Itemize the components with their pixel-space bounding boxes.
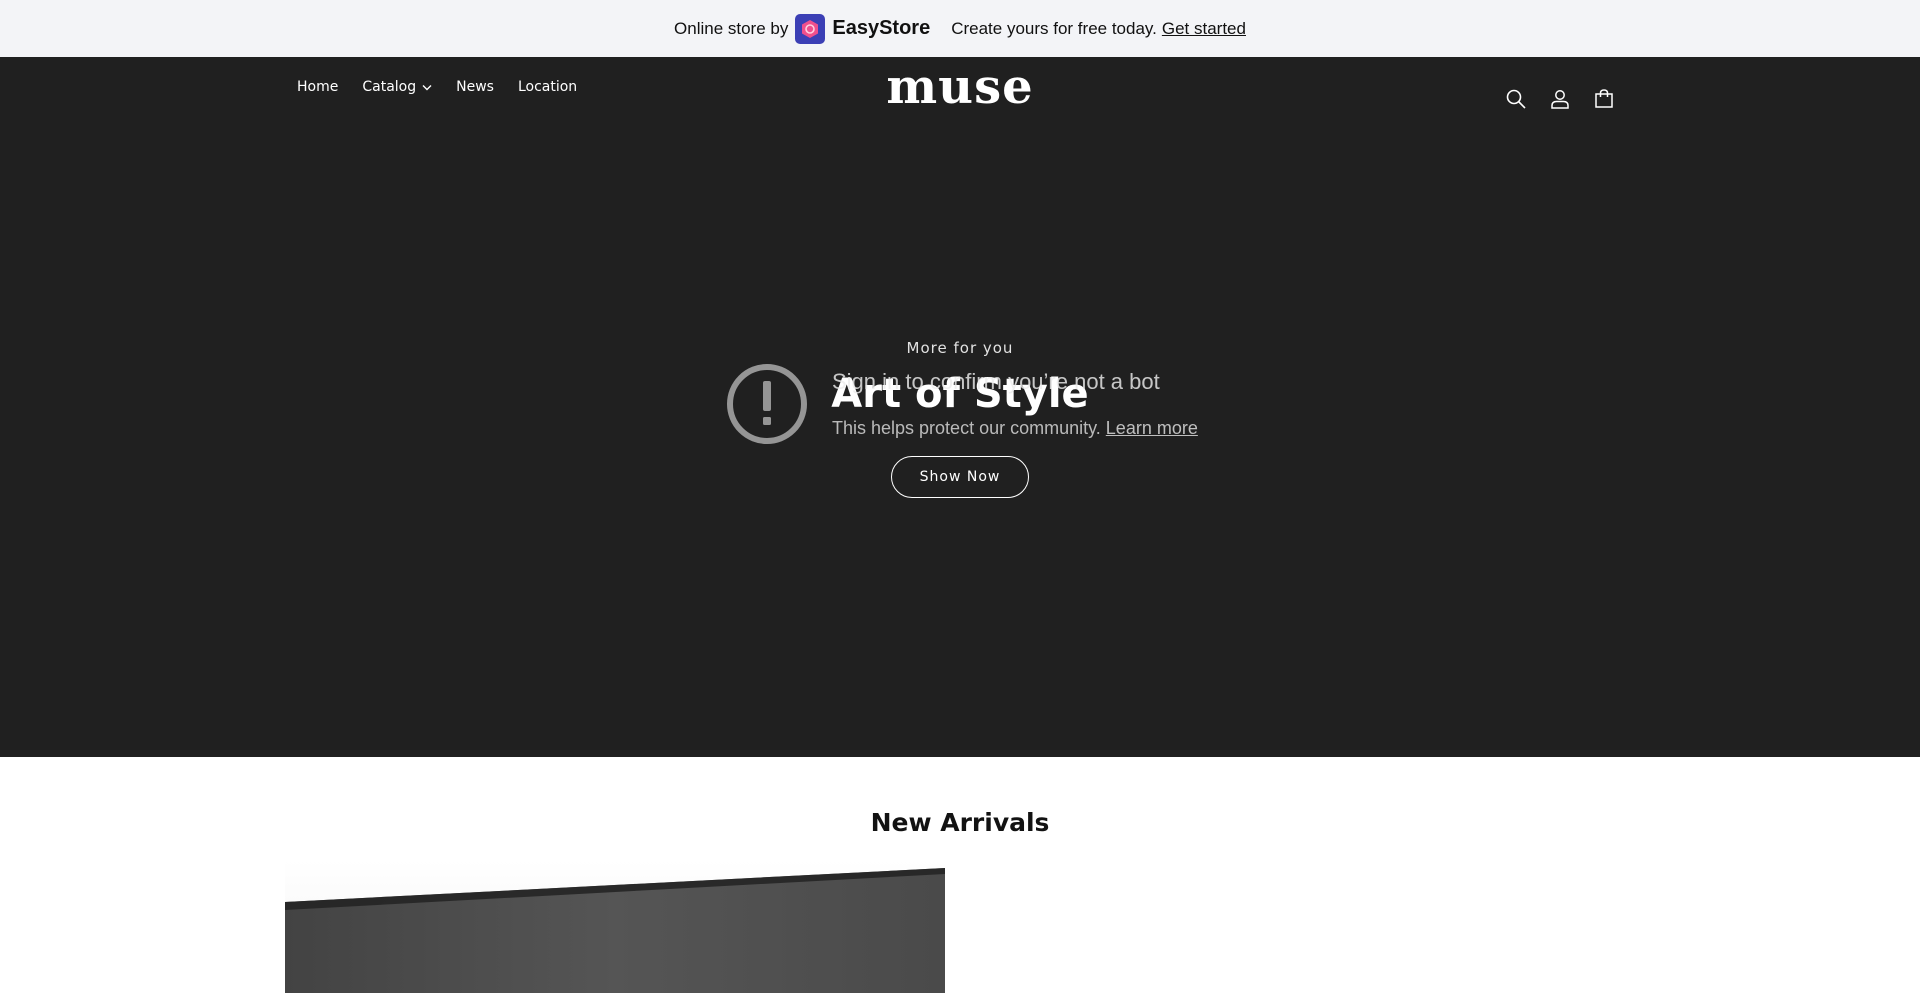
account-icon[interactable] [1538,77,1582,121]
easystore-logo-icon [795,13,826,44]
get-started-link[interactable]: Get started [1162,19,1246,39]
easystore-brand-name: EasyStore [832,17,931,39]
nav-home-label: Home [297,79,339,95]
alert-icon [727,364,807,444]
cart-icon[interactable] [1582,77,1626,121]
main-nav: Home Catalog News Location [285,79,589,95]
nav-catalog[interactable]: Catalog [350,79,444,95]
nav-catalog-label: Catalog [362,79,417,95]
nav-news-label: News [456,79,494,95]
chevron-down-icon [422,84,432,91]
hero-banner: More for you Art of Style Show Now Sign … [0,135,1920,757]
promo-cta-text: Create yours for free today. [951,18,1157,38]
promo-prefix: Online store by [674,18,789,38]
new-arrivals-heading: New Arrivals [870,808,1050,837]
show-now-button[interactable]: Show Now [891,456,1029,498]
learn-more-link[interactable]: Learn more [1106,418,1198,438]
product-card[interactable] [285,860,945,993]
nav-location[interactable]: Location [506,79,589,95]
hero-eyebrow: More for you [906,339,1014,357]
nav-location-label: Location [517,79,578,95]
header-icons [1494,77,1626,121]
site-logo[interactable]: muse [886,59,1033,115]
product-image [285,860,945,993]
nav-home[interactable]: Home [285,79,350,95]
promo-bar: Online store by EasyStore Create yours f… [0,0,1920,57]
show-now-button-label: Show Now [919,469,1001,485]
bot-check-overlay: Sign in to confirm you’re not a bot This… [726,363,1246,453]
bot-check-description-text: This helps protect our community. [832,418,1101,438]
bot-check-description: This helps protect our community. Learn … [832,418,1198,439]
search-icon[interactable] [1494,77,1538,121]
nav-news[interactable]: News [444,79,506,95]
bot-check-title: Sign in to confirm you’re not a bot [832,369,1160,394]
